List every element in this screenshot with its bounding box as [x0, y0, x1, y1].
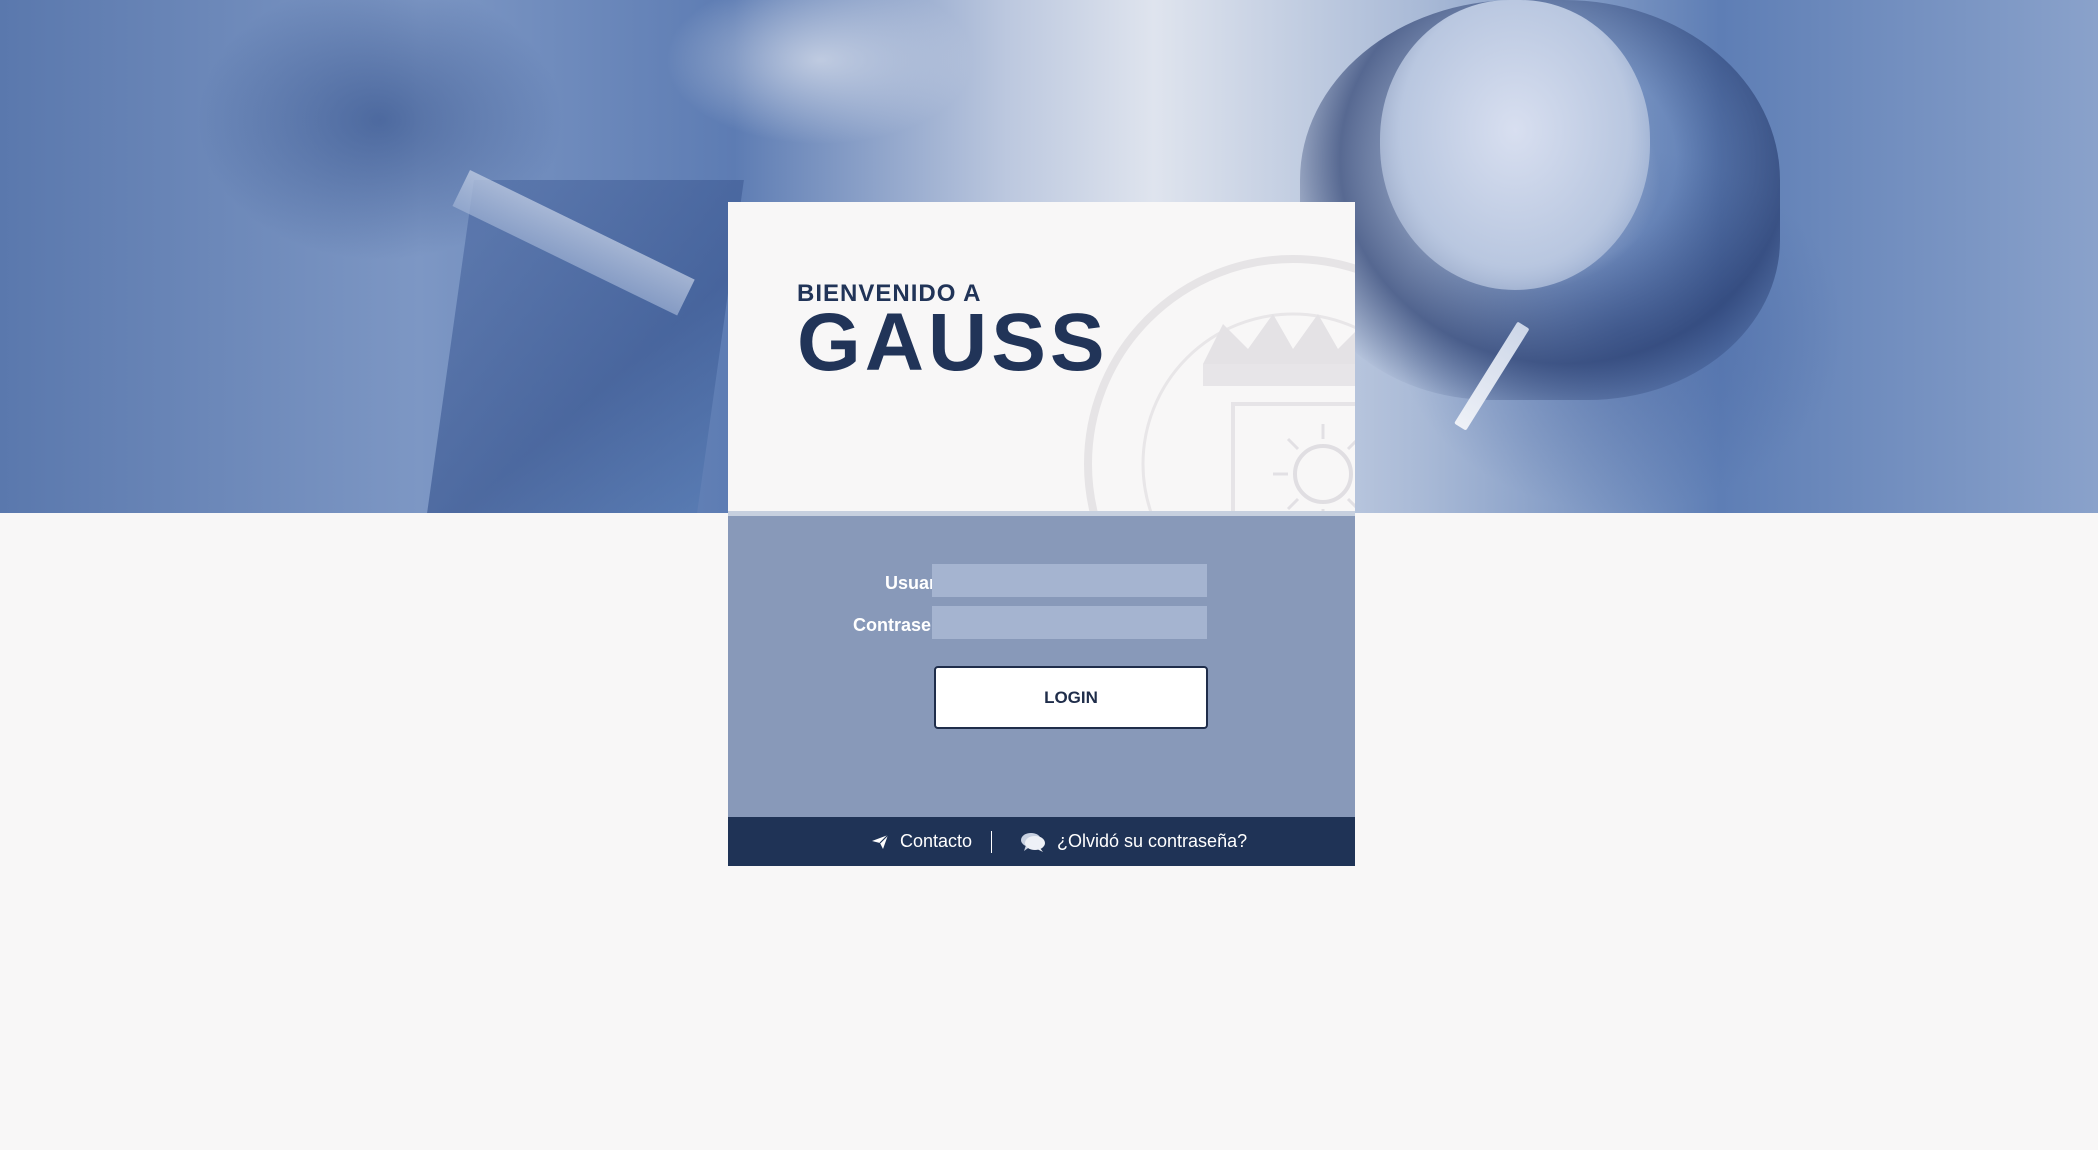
university-seal-watermark	[1084, 255, 1355, 511]
hero-portrait-face	[1380, 0, 1650, 290]
footer-bar: Contacto ¿Olvidó su contraseña?	[728, 817, 1355, 866]
login-form: Usuario Contraseña LOGIN	[728, 516, 1355, 817]
chat-bubbles-icon	[1020, 831, 1046, 853]
login-button[interactable]: LOGIN	[934, 666, 1208, 729]
username-label: Usuario	[884, 573, 952, 593]
contact-link[interactable]: Contacto	[871, 817, 972, 866]
forgot-password-link[interactable]: ¿Olvidó su contraseña?	[1020, 817, 1247, 866]
username-input[interactable]	[932, 564, 1207, 597]
welcome-title: GAUSS	[797, 297, 1109, 388]
welcome-panel: BIENVENIDO A GAUSS	[728, 202, 1355, 511]
password-label: Contraseña	[852, 615, 952, 635]
paper-plane-icon	[871, 834, 889, 850]
footer-separator	[991, 831, 992, 853]
password-input[interactable]	[932, 606, 1207, 639]
contact-label: Contacto	[900, 831, 973, 851]
forgot-password-label: ¿Olvidó su contraseña?	[1057, 831, 1248, 851]
